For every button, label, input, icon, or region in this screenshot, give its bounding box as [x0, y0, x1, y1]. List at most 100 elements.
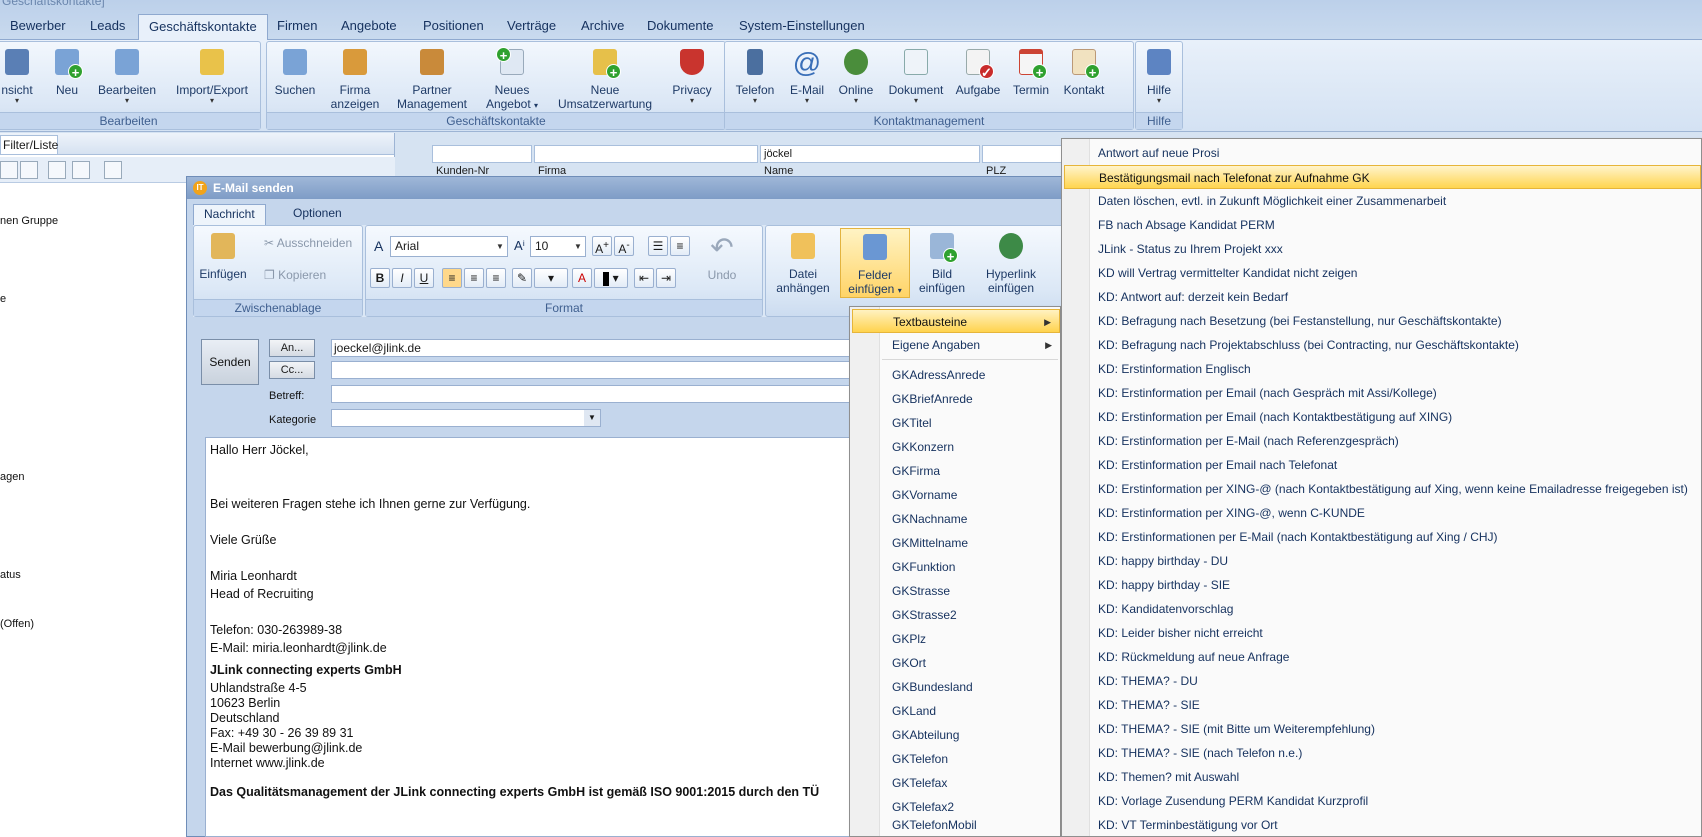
bold-button[interactable]: B: [370, 268, 390, 288]
termin-button[interactable]: + Termin: [1009, 47, 1053, 97]
menu-item-textbaustein[interactable]: KD: Erstinformation per XING-@ (nach Kon…: [1090, 477, 1700, 501]
tab-firmen[interactable]: Firmen: [267, 14, 327, 40]
menu-item-field[interactable]: GKAbteilung: [880, 723, 1060, 747]
neues-angebot-button[interactable]: + Neues Angebot ▾: [481, 47, 543, 113]
menu-item-field[interactable]: GKBriefAnrede: [880, 387, 1060, 411]
menu-item-textbaustein[interactable]: KD: Themen? mit Auswahl: [1090, 765, 1700, 789]
import-export-button[interactable]: Import/Export ▾: [169, 47, 255, 105]
filter-list-tab[interactable]: Filter/Liste: [0, 135, 58, 155]
align-right-button[interactable]: ≡: [486, 268, 506, 288]
menu-item-eigene-angaben[interactable]: Eigene Angaben ▶: [880, 333, 1060, 357]
insert-fields-button[interactable]: Felder einfügen ▾: [840, 228, 910, 298]
menu-item-field[interactable]: GKVorname: [880, 483, 1060, 507]
align-left-button[interactable]: ≡: [442, 268, 462, 288]
bullet-list-button[interactable]: ☰: [648, 236, 668, 256]
underline-button[interactable]: U: [414, 268, 434, 288]
neu-button[interactable]: + Neu: [47, 47, 87, 97]
menu-item-textbaustein[interactable]: KD: Erstinformation Englisch: [1090, 357, 1700, 381]
highlight-color-dropdown[interactable]: ▾: [534, 268, 568, 288]
link-icon[interactable]: [20, 161, 38, 179]
grid-filter-cell[interactable]: [982, 145, 1072, 163]
toolbar-icon[interactable]: [0, 161, 18, 179]
paste-button[interactable]: Einfügen: [198, 231, 248, 281]
menu-item-textbaustein[interactable]: KD: Erstinformation per Email nach Telef…: [1090, 453, 1700, 477]
menu-item-textbaustein[interactable]: KD: Befragung nach Projektabschluss (bei…: [1090, 333, 1700, 357]
menu-item-textbaustein[interactable]: KD: Erstinformation per E-Mail (nach Ref…: [1090, 429, 1700, 453]
tab-positionen[interactable]: Positionen: [413, 14, 494, 40]
menu-item-textbaustein[interactable]: KD: VT Terminbestätigung vor Ort: [1090, 813, 1700, 837]
menu-item-field[interactable]: GKBundesland: [880, 675, 1060, 699]
insert-hyperlink-button[interactable]: Hyperlink einfügen: [974, 231, 1048, 295]
menu-item-field[interactable]: GKMittelname: [880, 531, 1060, 555]
cc-button[interactable]: Cc...: [269, 361, 315, 379]
tab-angebote[interactable]: Angebote: [331, 14, 407, 40]
tab-nachricht[interactable]: Nachricht: [193, 204, 266, 225]
menu-item-textbaustein[interactable]: KD: Erstinformation per Email (nach Gesp…: [1090, 381, 1700, 405]
tab-optionen[interactable]: Optionen: [283, 204, 352, 225]
menu-item-textbaustein[interactable]: KD: Leider bisher nicht erreicht: [1090, 621, 1700, 645]
online-button[interactable]: Online ▾: [833, 47, 879, 105]
menu-item-textbaustein[interactable]: FB nach Absage Kandidat PERM: [1090, 213, 1700, 237]
menu-item-textbaustein[interactable]: KD: THEMA? - SIE (mit Bitte um Weiteremp…: [1090, 717, 1700, 741]
numbered-list-button[interactable]: ≡: [670, 236, 690, 256]
privacy-button[interactable]: Privacy ▾: [667, 47, 717, 105]
category-select[interactable]: ▼: [331, 409, 601, 427]
tree-item[interactable]: nen Gruppe: [0, 215, 58, 227]
bearbeiten-button[interactable]: Bearbeiten ▾: [95, 47, 159, 105]
align-center-button[interactable]: ≡: [464, 268, 484, 288]
tree-item[interactable]: agen: [0, 471, 24, 483]
to-button[interactable]: An...: [269, 339, 315, 357]
tab-bewerber[interactable]: Bewerber: [0, 14, 76, 40]
menu-item-field[interactable]: GKTelefon: [880, 747, 1060, 771]
menu-item-textbaustein[interactable]: Bestätigungsmail nach Telefonat zur Aufn…: [1064, 165, 1701, 189]
menu-item-field[interactable]: GKLand: [880, 699, 1060, 723]
undo-button[interactable]: ↶ Undo: [700, 232, 744, 282]
tab-system-einstellungen[interactable]: System-Einstellungen: [729, 14, 875, 40]
font-color-dropdown[interactable]: ▾: [594, 268, 628, 288]
indent-button[interactable]: ⇥: [656, 268, 676, 288]
menu-item-textbaustein[interactable]: Daten löschen, evtl. in Zukunft Möglichk…: [1090, 189, 1700, 213]
menu-item-textbaustein[interactable]: Antwort auf neue Prosi: [1090, 141, 1700, 165]
menu-item-field[interactable]: GKTelefax: [880, 771, 1060, 795]
telefon-button[interactable]: Telefon ▾: [731, 47, 779, 105]
menu-item-field[interactable]: GKStrasse: [880, 579, 1060, 603]
tree-expand-icon[interactable]: [48, 161, 66, 179]
menu-item-textbaustein[interactable]: KD: THEMA? - SIE: [1090, 693, 1700, 717]
firma-anzeigen-button[interactable]: Firma anzeigen: [327, 47, 383, 111]
highlight-icon[interactable]: ✎: [512, 268, 532, 288]
menu-item-textbaustein[interactable]: KD: Rückmeldung auf neue Anfrage: [1090, 645, 1700, 669]
outdent-button[interactable]: ⇤: [634, 268, 654, 288]
email-button[interactable]: @ E-Mail ▾: [785, 47, 829, 105]
shrink-font-button[interactable]: A-: [614, 236, 634, 256]
menu-item-textbaustein[interactable]: KD: Antwort auf: derzeit kein Bedarf: [1090, 285, 1700, 309]
tab-dokumente[interactable]: Dokumente: [637, 14, 723, 40]
menu-item-textbaustein[interactable]: KD: happy birthday - DU: [1090, 549, 1700, 573]
menu-item-textbaustein[interactable]: KD: THEMA? - DU: [1090, 669, 1700, 693]
menu-item-textbaustein[interactable]: KD will Vertrag vermittelter Kandidat ni…: [1090, 261, 1700, 285]
menu-item-textbaustein[interactable]: KD: Vorlage Zusendung PERM Kandidat Kurz…: [1090, 789, 1700, 813]
tree-item[interactable]: (Offen): [0, 618, 34, 630]
package-icon[interactable]: [104, 161, 122, 179]
tab-vertraege[interactable]: Verträge: [497, 14, 566, 40]
suchen-button[interactable]: Suchen: [273, 47, 317, 97]
aufgabe-button[interactable]: ✓ Aufgabe: [953, 47, 1003, 97]
italic-button[interactable]: I: [392, 268, 412, 288]
cut-button[interactable]: ✂ Ausschneiden: [264, 236, 352, 250]
tab-geschaeftskontakte[interactable]: Geschäftskontakte: [138, 14, 268, 40]
hilfe-button[interactable]: Hilfe ▾: [1138, 47, 1180, 105]
tree-item[interactable]: atus: [0, 569, 21, 581]
menu-item-textbaustein[interactable]: KD: THEMA? - SIE (nach Telefon n.e.): [1090, 741, 1700, 765]
tab-archive[interactable]: Archive: [571, 14, 634, 40]
menu-item-field[interactable]: GKNachname: [880, 507, 1060, 531]
menu-item-field[interactable]: GKFunktion: [880, 555, 1060, 579]
menu-item-textbaustein[interactable]: KD: Erstinformation per Email (nach Kont…: [1090, 405, 1700, 429]
font-color-button[interactable]: A: [572, 268, 592, 288]
menu-item-field[interactable]: GKFirma: [880, 459, 1060, 483]
ansicht-button[interactable]: nsicht ▾: [0, 47, 37, 105]
menu-item-field[interactable]: GKStrasse2: [880, 603, 1060, 627]
menu-item-field[interactable]: GKPlz: [880, 627, 1060, 651]
menu-item-textbaustein[interactable]: KD: Erstinformation per XING-@, wenn C-K…: [1090, 501, 1700, 525]
menu-item-textbausteine[interactable]: Textbausteine ▶: [852, 309, 1060, 333]
tree-item[interactable]: e: [0, 293, 6, 305]
tree-collapse-icon[interactable]: [72, 161, 90, 179]
